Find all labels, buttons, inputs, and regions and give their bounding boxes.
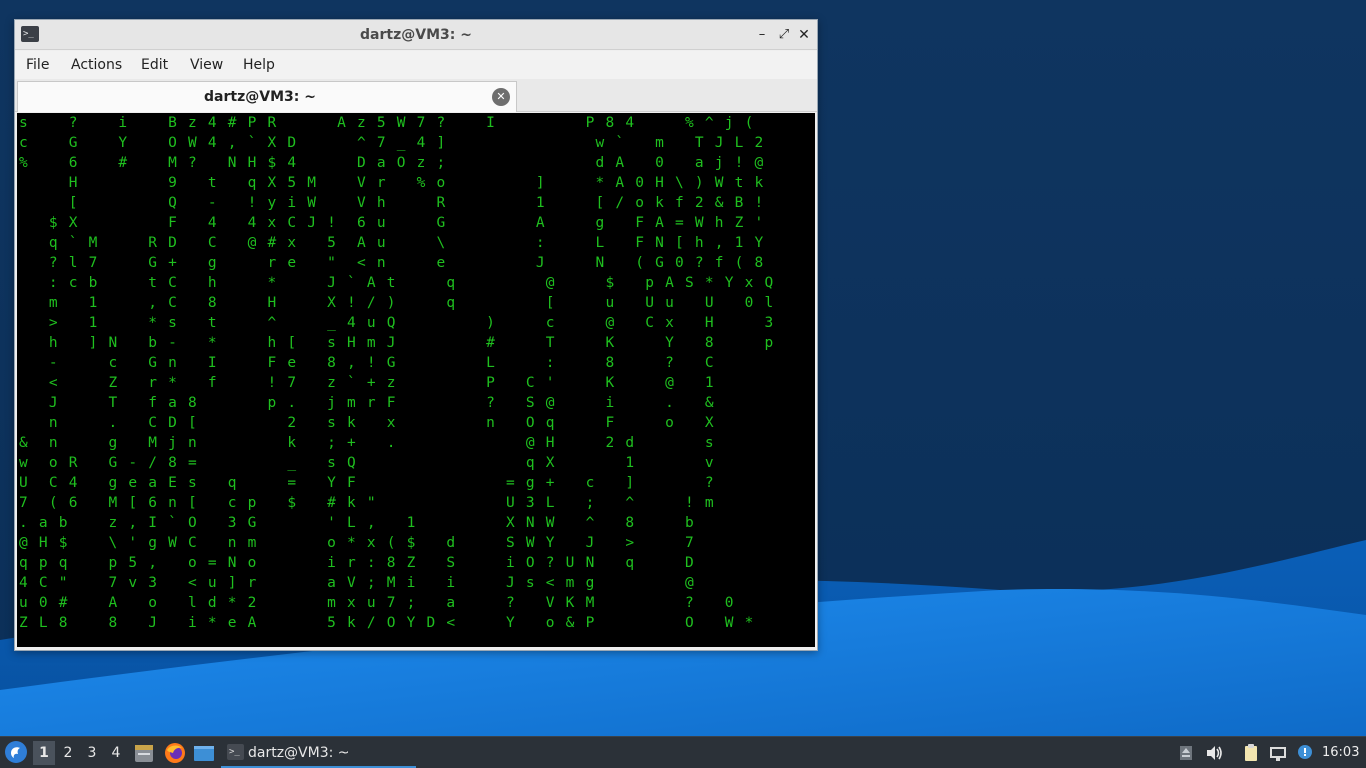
terminal-icon: >_ xyxy=(227,744,244,760)
menu-bar: File Actions Edit View Help xyxy=(15,51,817,79)
maximize-button[interactable]: ⤢ xyxy=(775,26,793,44)
notification-icon[interactable] xyxy=(1295,743,1315,763)
terminal-line: U C 4 g e a E s q = Y F = g + c ] ? xyxy=(19,475,715,491)
terminal-line: [ Q - ! y i W V h R 1 [ / o k f 2 & B ! xyxy=(19,195,765,211)
taskbar: 1 2 3 4 >_ dartz@VM3: ~ 16:03 xyxy=(0,736,1366,768)
terminal-text: s ? i B z 4 # P R A z 5 W 7 ? I P 8 4 % … xyxy=(19,113,774,633)
menu-edit[interactable]: Edit xyxy=(141,51,168,79)
network-icon[interactable] xyxy=(1268,743,1288,763)
terminal-line: 4 C " 7 v 3 < u ] r a V ; M i i J s < m … xyxy=(19,575,695,591)
terminal-line: - c G n I F e 8 , ! G L : 8 ? C xyxy=(19,355,715,371)
terminal-line: q ` M R D C @ # x 5 A u \ : L F N [ h , … xyxy=(19,235,765,251)
terminal-line: $ X F 4 4 x C J ! 6 u G A g F A = W h Z … xyxy=(19,215,765,231)
terminal-line: 7 ( 6 M [ 6 n [ c p $ # k " U 3 L ; ^ ! … xyxy=(19,495,715,511)
terminal-line: q p q p 5 , o = N o i r : 8 Z S i O ? U … xyxy=(19,555,695,571)
terminal-tab[interactable]: dartz@VM3: ~ ✕ xyxy=(17,81,517,112)
terminal-line: H 9 t q X 5 M V r % o ] * A 0 H \ ) W t … xyxy=(19,175,765,191)
terminal-line: % 6 # M ? N H $ 4 D a O z ; d A 0 a j ! … xyxy=(19,155,765,171)
show-desktop-icon[interactable] xyxy=(193,742,215,764)
menu-actions[interactable]: Actions xyxy=(71,51,122,79)
terminal-line: m 1 , C 8 H X ! / ) q [ u U u U 0 l xyxy=(19,295,775,311)
title-bar[interactable]: >_ dartz@VM3: ~ – ⤢ ✕ xyxy=(15,20,817,50)
terminal-line: @ H $ \ ' g W C n m o * x ( $ d S W Y J … xyxy=(19,535,695,551)
terminal-line: n . C D [ 2 s k x n O q F o X xyxy=(19,415,715,431)
terminal-line: J T f a 8 p . j m r F ? S @ i . & xyxy=(19,395,715,411)
workspace-2[interactable]: 2 xyxy=(57,741,79,765)
menu-view[interactable]: View xyxy=(190,51,223,79)
terminal-line: u 0 # A o l d * 2 m x u 7 ; a ? V K M ? … xyxy=(19,595,735,611)
tab-bar: dartz@VM3: ~ ✕ xyxy=(15,79,817,112)
terminal-window: >_ dartz@VM3: ~ – ⤢ ✕ File Actions Edit … xyxy=(14,19,818,651)
terminal-line: : c b t C h * J ` A t q @ $ p A S * Y x … xyxy=(19,275,775,291)
terminal-line: < Z r * f ! 7 z ` + z P C ' K @ 1 xyxy=(19,375,715,391)
tab-close-icon[interactable]: ✕ xyxy=(492,88,510,106)
terminal-output[interactable]: s ? i B z 4 # P R A z 5 W 7 ? I P 8 4 % … xyxy=(17,113,815,647)
taskbar-task-terminal[interactable]: >_ dartz@VM3: ~ xyxy=(221,738,416,768)
terminal-line: h ] N b - * h [ s H m J # T K Y 8 p xyxy=(19,335,775,351)
workspace-1[interactable]: 1 xyxy=(33,741,55,765)
minimize-button[interactable]: – xyxy=(753,26,771,44)
terminal-line: & n g M j n k ; + . @ H 2 d s xyxy=(19,435,715,451)
terminal-line: w o R G - / 8 = _ s Q q X 1 v xyxy=(19,455,715,471)
firefox-icon[interactable] xyxy=(164,742,186,764)
window-title: dartz@VM3: ~ xyxy=(360,27,472,43)
terminal-line: s ? i B z 4 # P R A z 5 W 7 ? I P 8 4 % … xyxy=(19,115,755,131)
terminal-line: Z L 8 8 J i * e A 5 k / O Y D < Y o & P … xyxy=(19,615,755,631)
volume-icon[interactable] xyxy=(1204,743,1224,763)
terminal-line: > 1 * s t ^ _ 4 u Q ) c @ C x H 3 xyxy=(19,315,775,331)
menu-file[interactable]: File xyxy=(26,51,49,79)
menu-help[interactable]: Help xyxy=(243,51,275,79)
task-label: dartz@VM3: ~ xyxy=(248,745,350,761)
clipboard-icon[interactable] xyxy=(1241,743,1261,763)
start-menu-icon[interactable] xyxy=(4,740,28,764)
tab-label: dartz@VM3: ~ xyxy=(204,89,316,105)
workspace-4[interactable]: 4 xyxy=(105,741,127,765)
workspace-3[interactable]: 3 xyxy=(81,741,103,765)
terminal-line: . a b z , I ` O 3 G ' L , 1 X N W ^ 8 b xyxy=(19,515,695,531)
terminal-line: ? l 7 G + g r e " < n e J N ( G 0 ? f ( … xyxy=(19,255,765,271)
clock[interactable]: 16:03 xyxy=(1322,737,1359,768)
eject-icon[interactable] xyxy=(1176,743,1196,763)
close-button[interactable]: ✕ xyxy=(795,26,813,44)
terminal-line: c G Y O W 4 , ` X D ^ 7 _ 4 ] w ` m T J … xyxy=(19,135,765,151)
file-manager-icon[interactable] xyxy=(133,742,155,764)
